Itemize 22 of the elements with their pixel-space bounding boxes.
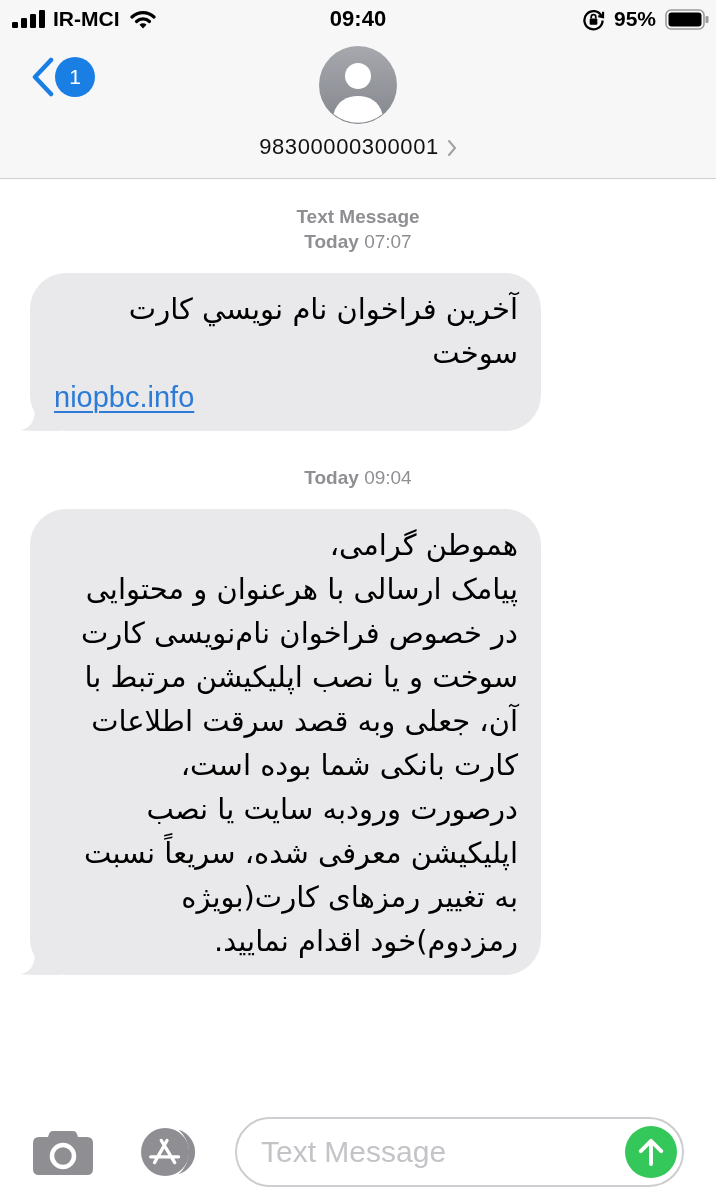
battery-icon xyxy=(665,8,709,30)
back-button[interactable]: 1 xyxy=(31,57,95,97)
arrow-up-icon xyxy=(638,1138,664,1166)
camera-icon[interactable] xyxy=(33,1129,93,1175)
message-input-field[interactable]: Text Message xyxy=(235,1117,684,1187)
unread-count-badge: 1 xyxy=(55,57,95,97)
battery-percentage: 95% xyxy=(613,6,656,32)
message-timestamp: Today 09:04 xyxy=(304,466,412,490)
message-link[interactable]: niopbc.info xyxy=(54,375,195,419)
clock-time: 09:40 xyxy=(329,6,387,32)
carrier-name: IR-MCI xyxy=(53,6,120,32)
signal-icon xyxy=(12,10,46,28)
wifi-icon xyxy=(129,9,156,29)
orientation-lock-icon xyxy=(581,7,605,31)
message-timestamp: Today 07:07 xyxy=(304,230,412,254)
chevron-right-icon xyxy=(446,139,457,157)
message-text: هموطن گرامی، پیامک ارسالی با هرعنوان و محتوایی در خصوص فراخوان نام‌نویسی کارت سوخت و یا نصب اپلیکیشن مرتبط با آن، جعلی وبه قصد سرقت اطلاعات کارت بانکی شما بوده است، درصورت ورودبه سایت یا نصب اپلیکیشن معرفی شده، سریعاً نسبت به تغییر رمزهای کارت(بویژه رمزدوم)خود اقدام نمایید. xyxy=(79,527,518,960)
message-text: آخرين فراخوان نام نويسي کارت سوخت xyxy=(127,291,518,372)
message-service-label: Text Message xyxy=(296,205,420,229)
contact-number-button[interactable]: 98300000300001 xyxy=(259,134,457,160)
avatar-icon xyxy=(319,46,397,124)
chevron-left-icon xyxy=(31,57,55,97)
